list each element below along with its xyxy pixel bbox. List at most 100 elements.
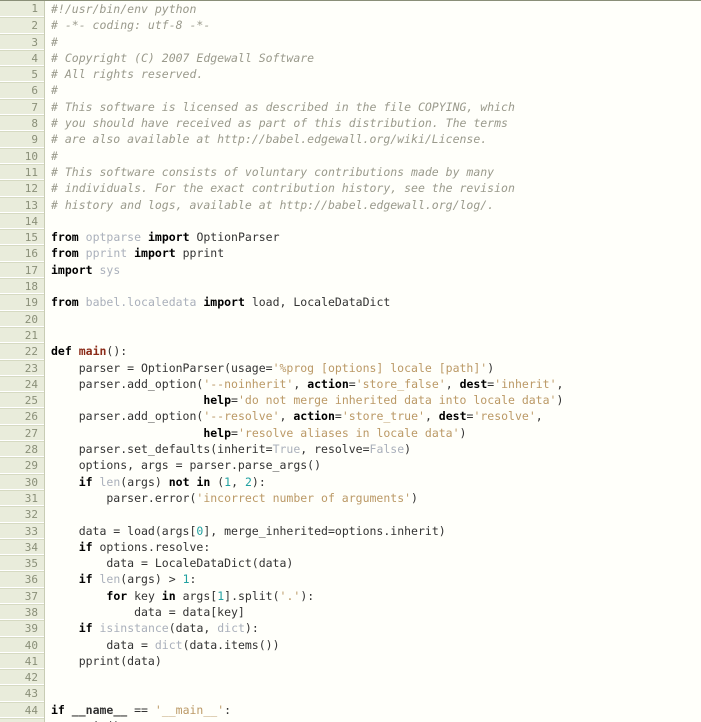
line-number[interactable]: 20	[0, 310, 44, 327]
code-line[interactable]: from pprint import pprint	[51, 245, 701, 261]
line-number[interactable]: 4	[0, 49, 44, 67]
line-number[interactable]: 9	[0, 131, 44, 148]
code-line[interactable]	[51, 278, 701, 294]
line-number[interactable]: 35	[0, 555, 44, 572]
line-number[interactable]: 15	[0, 229, 44, 246]
code-line[interactable]: options, args = parser.parse_args()	[51, 457, 701, 473]
code-line[interactable]: # individuals. For the exact contributio…	[51, 180, 701, 196]
code-line[interactable]: from babel.localedata import load, Local…	[51, 294, 701, 310]
code-content-pane[interactable]: #!/usr/bin/env python # -*- coding: utf-8…	[45, 1, 701, 722]
line-number[interactable]: 19	[0, 294, 44, 311]
code-line[interactable]	[51, 327, 701, 343]
code-line[interactable]: parser.add_option('--noinherit', action=…	[51, 376, 701, 392]
token-str: '--noinherit'	[203, 376, 294, 391]
code-line[interactable]: # you should have received as part of th…	[51, 115, 701, 131]
token-kw: if	[78, 572, 93, 587]
line-number[interactable]: 25	[0, 392, 44, 409]
token-bi: len	[99, 474, 121, 489]
code-line[interactable]: # This software consists of voluntary co…	[51, 164, 701, 180]
code-line[interactable]: #	[51, 34, 701, 50]
line-number-gutter[interactable]: 1 2 3 4 5 6 7 8 9 10 11 12 13 14 15 16 17 18 19 20 21 22 23 24 2…	[0, 1, 45, 722]
line-number[interactable]: 5	[0, 66, 44, 83]
code-line[interactable]: # are also available at http://babel.edg…	[51, 131, 701, 147]
code-line[interactable]	[51, 213, 701, 229]
code-line[interactable]: parser = OptionParser(usage='%prog [opti…	[51, 360, 701, 376]
line-number[interactable]: 45	[0, 718, 44, 722]
line-number[interactable]: 17	[0, 261, 44, 279]
line-number[interactable]: 8	[0, 115, 44, 132]
code-line[interactable]	[51, 506, 701, 522]
line-number[interactable]: 1	[0, 1, 44, 18]
token-id: data =	[51, 637, 155, 652]
line-number[interactable]: 44	[0, 701, 44, 719]
code-line[interactable]: #!/usr/bin/env python	[51, 1, 701, 17]
line-number[interactable]: 21	[0, 326, 44, 344]
code-line[interactable]: #	[51, 148, 701, 164]
line-number[interactable]: 30	[0, 473, 44, 490]
token-com: #!/usr/bin/env python	[51, 2, 197, 16]
code-line[interactable]: data = dict(data.items())	[51, 637, 701, 653]
line-number[interactable]: 31	[0, 489, 44, 507]
line-number[interactable]: 7	[0, 98, 44, 116]
code-line[interactable]: help='resolve aliases in locale data')	[51, 425, 701, 441]
line-number[interactable]: 10	[0, 147, 44, 164]
line-number[interactable]: 40	[0, 636, 44, 653]
line-number[interactable]: 24	[0, 375, 44, 393]
code-line[interactable]: if len(args) not in (1, 2):	[51, 474, 701, 490]
line-number[interactable]: 14	[0, 212, 44, 230]
code-line[interactable]	[51, 685, 701, 701]
code-line[interactable]: # This software is licensed as described…	[51, 99, 701, 115]
line-number[interactable]: 34	[0, 538, 44, 556]
code-line[interactable]: from optparse import OptionParser	[51, 229, 701, 245]
line-number[interactable]: 28	[0, 441, 44, 458]
line-number[interactable]: 3	[0, 33, 44, 50]
code-line[interactable]: import sys	[51, 262, 701, 278]
code-line[interactable]: # Copyright (C) 2007 Edgewall Software	[51, 50, 701, 66]
code-line[interactable]: data = LocaleDataDict(data)	[51, 555, 701, 571]
code-line[interactable]: if len(args) > 1:	[51, 571, 701, 587]
code-line[interactable]: data = load(args[0], merge_inherited=opt…	[51, 523, 701, 539]
code-line[interactable]: #	[51, 82, 701, 98]
token-kw: import	[147, 230, 190, 245]
line-number[interactable]: 16	[0, 245, 44, 262]
token-com: # This software is licensed as described…	[51, 99, 515, 114]
line-number[interactable]: 37	[0, 587, 44, 604]
line-number[interactable]: 13	[0, 196, 44, 213]
line-number[interactable]: 6	[0, 82, 44, 99]
line-number[interactable]: 41	[0, 652, 44, 670]
code-line[interactable]: data = data[key]	[51, 604, 701, 620]
code-line[interactable]: main()	[51, 718, 701, 722]
code-line[interactable]: pprint(data)	[51, 653, 701, 669]
code-line[interactable]: # history and logs, available at http://…	[51, 197, 701, 213]
code-line[interactable]: if isinstance(data, dict):	[51, 620, 701, 636]
code-line[interactable]: parser.add_option('--resolve', action='s…	[51, 408, 701, 424]
code-line[interactable]: def main():	[51, 343, 701, 359]
code-line[interactable]: # -*- coding: utf-8 -*-	[51, 17, 701, 33]
line-number[interactable]: 23	[0, 359, 44, 376]
line-number[interactable]: 2	[0, 17, 44, 34]
code-line[interactable]: if __name__ == '__main__':	[51, 702, 701, 718]
code-line[interactable]: parser.set_defaults(inherit=True, resolv…	[51, 441, 701, 457]
line-number[interactable]: 26	[0, 408, 44, 425]
line-number[interactable]: 27	[0, 424, 44, 442]
code-line[interactable]: if options.resolve:	[51, 539, 701, 555]
token-id: (	[210, 474, 225, 489]
line-number[interactable]: 38	[0, 603, 44, 621]
line-number[interactable]: 29	[0, 457, 44, 474]
line-number[interactable]: 32	[0, 506, 44, 523]
code-line[interactable]	[51, 311, 701, 327]
line-number[interactable]: 11	[0, 163, 44, 181]
code-line[interactable]	[51, 669, 701, 685]
line-number[interactable]: 42	[0, 669, 44, 686]
code-line[interactable]: parser.error('incorrect number of argume…	[51, 490, 701, 506]
line-number[interactable]: 36	[0, 571, 44, 588]
line-number[interactable]: 12	[0, 180, 44, 197]
code-line[interactable]: help='do not merge inherited data into l…	[51, 392, 701, 408]
line-number[interactable]: 43	[0, 685, 44, 702]
line-number[interactable]: 39	[0, 620, 44, 637]
line-number[interactable]: 22	[0, 343, 44, 360]
code-line[interactable]: # All rights reserved.	[51, 66, 701, 82]
line-number[interactable]: 18	[0, 278, 44, 295]
code-line[interactable]: for key in args[1].split('.'):	[51, 588, 701, 604]
line-number[interactable]: 33	[0, 522, 44, 539]
